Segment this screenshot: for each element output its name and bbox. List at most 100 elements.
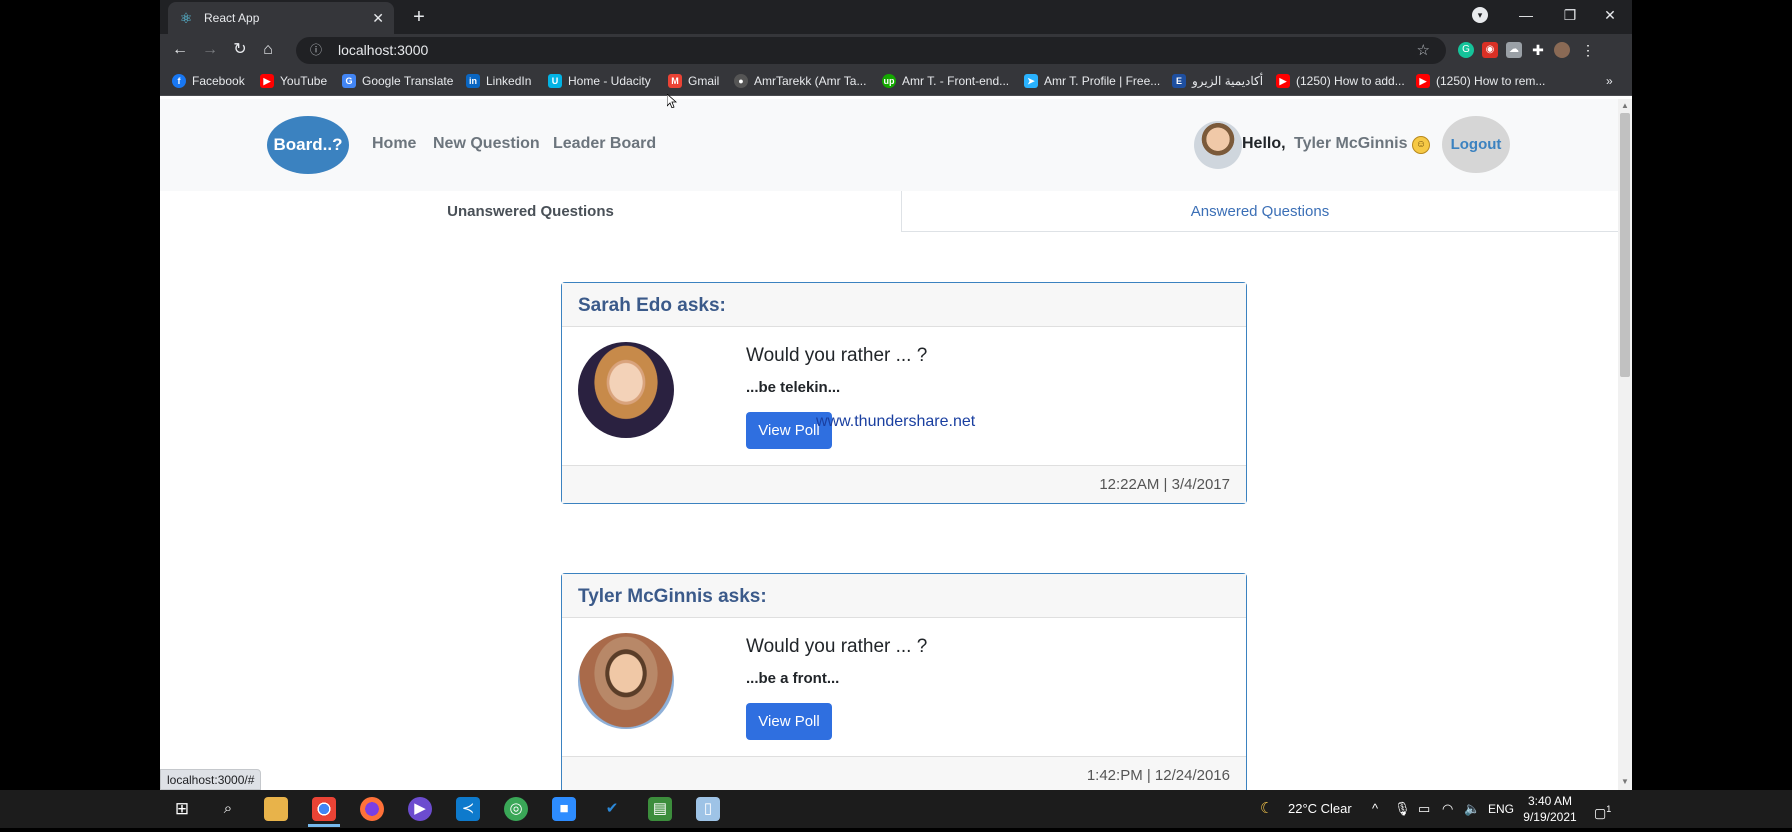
close-window-button[interactable]: ✕: [1588, 0, 1632, 30]
volume-icon[interactable]: 🔈: [1464, 790, 1480, 828]
menu-icon[interactable]: ⋮: [1580, 42, 1596, 58]
browser-tab[interactable]: ⚛ React App ✕: [168, 2, 394, 34]
bookmark-item[interactable]: f Facebook: [172, 72, 245, 90]
question-option: ...be telekin...: [746, 379, 841, 396]
view-poll-button[interactable]: View Poll: [746, 703, 832, 740]
facebook-icon: f: [172, 74, 186, 88]
logout-button[interactable]: Logout: [1442, 116, 1510, 173]
question-tabs: Unanswered Questions Answered Questions: [160, 191, 1618, 232]
more-bookmarks-icon[interactable]: »: [1606, 72, 1613, 90]
bookmark-star-icon[interactable]: ☆: [1417, 37, 1430, 64]
smiley-icon: ☺: [1412, 136, 1430, 154]
puzzle-icon[interactable]: ✚: [1530, 42, 1546, 58]
microphone-icon[interactable]: 🎙: [1394, 790, 1411, 828]
notification-count: 1: [1606, 804, 1612, 814]
new-tab-button[interactable]: +: [408, 6, 430, 28]
close-tab-icon[interactable]: ✕: [372, 10, 384, 27]
windows-start-icon[interactable]: ⊞: [170, 797, 194, 821]
notification-icon[interactable]: ▢1: [1594, 790, 1611, 828]
bookmark-item[interactable]: in LinkedIn: [466, 72, 531, 90]
extension-icon[interactable]: ☁: [1506, 42, 1522, 58]
tab-unanswered[interactable]: Unanswered Questions: [160, 191, 902, 232]
user-name: Tyler McGinnis: [1294, 135, 1408, 152]
moon-icon: ☾: [1260, 800, 1274, 817]
back-button[interactable]: ←: [168, 38, 192, 62]
bookmark-item[interactable]: ▶ (1250) How to add...: [1276, 72, 1405, 90]
forward-button[interactable]: →: [198, 38, 222, 62]
extension-icon[interactable]: ◉: [1482, 42, 1498, 58]
app-icon[interactable]: ◎: [504, 797, 528, 821]
brand-logo[interactable]: Board..?: [267, 116, 349, 174]
watermark-text: www.thundershare.net: [816, 413, 976, 430]
nav-new-question[interactable]: New Question: [433, 135, 540, 153]
todo-icon[interactable]: ✔: [600, 797, 624, 821]
author-avatar: [578, 342, 674, 438]
question-author: Tyler McGinnis asks:: [562, 574, 1246, 618]
bookmark-item[interactable]: M Gmail: [668, 72, 719, 90]
clock-date: 9/19/2021: [1523, 810, 1577, 824]
scroll-up-icon[interactable]: ▲: [1620, 101, 1630, 111]
bookmark-item[interactable]: U Home - Udacity: [548, 72, 651, 90]
address-bar-url: localhost:3000: [338, 42, 429, 58]
search-icon[interactable]: ⌕: [216, 797, 240, 821]
address-bar[interactable]: ⓘ localhost:3000 ☆: [296, 37, 1446, 64]
mouse-cursor-icon: [667, 94, 677, 108]
home-button[interactable]: ⌂: [256, 38, 280, 62]
media-app-icon[interactable]: ▶: [408, 797, 432, 821]
question-option: ...be a front...: [746, 670, 840, 687]
scroll-down-icon[interactable]: ▼: [1620, 777, 1630, 787]
bookmark-item[interactable]: ▶ (1250) How to rem...: [1416, 72, 1545, 90]
battery-icon[interactable]: ▭: [1418, 790, 1430, 828]
card-body: Would you rather ... ? ...be a front... …: [562, 618, 1246, 756]
minimize-button[interactable]: —: [1504, 0, 1548, 30]
clock-time: 3:40 AM: [1527, 794, 1573, 808]
bookmark-item[interactable]: ▶ YouTube: [260, 72, 327, 90]
author-avatar: [578, 633, 674, 729]
page-content: Board..? Home New Question Leader Board …: [160, 99, 1618, 790]
bookmark-item[interactable]: ➤ Amr T. Profile | Free...: [1024, 72, 1160, 90]
scroll-thumb[interactable]: [1620, 113, 1630, 377]
page-scrollbar[interactable]: ▲ ▼: [1618, 99, 1632, 790]
greeting: Hello,: [1242, 135, 1286, 152]
nav-leader-board[interactable]: Leader Board: [553, 135, 656, 153]
info-icon[interactable]: ⓘ: [310, 37, 322, 64]
vscode-icon[interactable]: ≺: [456, 797, 480, 821]
app-navbar: Board..? Home New Question Leader Board …: [160, 99, 1618, 191]
nav-home[interactable]: Home: [372, 135, 416, 153]
firefox-icon[interactable]: [360, 797, 384, 821]
academy-icon: E: [1172, 74, 1186, 88]
react-icon: ⚛: [179, 10, 193, 26]
image-app-icon[interactable]: ▤: [648, 797, 672, 821]
chrome-icon[interactable]: [312, 797, 336, 821]
question-card: Sarah Edo asks: Would you rather ... ? .…: [561, 282, 1247, 504]
question-timestamp: 1:42:PM | 12/24/2016: [562, 756, 1246, 790]
bookmark-item[interactable]: G Google Translate: [342, 72, 453, 90]
language-indicator[interactable]: ENG: [1488, 790, 1514, 828]
zoom-icon[interactable]: ■: [552, 797, 576, 821]
file-explorer-icon[interactable]: [264, 797, 288, 821]
weather-text[interactable]: 22°C Clear: [1288, 790, 1352, 828]
notepad-icon[interactable]: ▯: [696, 797, 720, 821]
bookmarks-bar: f Facebook ▶ YouTube G Google Translate in L…: [160, 66, 1632, 96]
restore-button[interactable]: ❐: [1548, 0, 1592, 30]
grammarly-icon[interactable]: G: [1458, 42, 1474, 58]
question-author: Sarah Edo asks:: [562, 283, 1246, 327]
clock[interactable]: 3:40 AM 9/19/2021: [1520, 793, 1580, 825]
tab-answered[interactable]: Answered Questions: [902, 191, 1618, 232]
wifi-icon[interactable]: ◠: [1442, 790, 1453, 828]
profile-avatar-icon[interactable]: [1554, 42, 1570, 58]
youtube-icon: ▶: [260, 74, 274, 88]
chevron-up-icon[interactable]: ^: [1372, 790, 1378, 828]
bookmark-item[interactable]: E أكاديمية الزيرو: [1172, 72, 1263, 90]
question-card: Tyler McGinnis asks: Would you rather ..…: [561, 573, 1247, 790]
tab-search-icon[interactable]: ▾: [1472, 7, 1488, 23]
upwork-icon: up: [882, 74, 896, 88]
tab-title: React App: [204, 11, 260, 25]
freelancer-icon: ➤: [1024, 74, 1038, 88]
github-icon: ●: [734, 74, 748, 88]
bookmark-item[interactable]: up Amr T. - Front-end...: [882, 72, 1009, 90]
bookmark-item[interactable]: ● AmrTarekk (Amr Ta...: [734, 72, 866, 90]
reload-button[interactable]: ↻: [228, 38, 252, 62]
udacity-icon: U: [548, 74, 562, 88]
youtube-icon: ▶: [1416, 74, 1430, 88]
